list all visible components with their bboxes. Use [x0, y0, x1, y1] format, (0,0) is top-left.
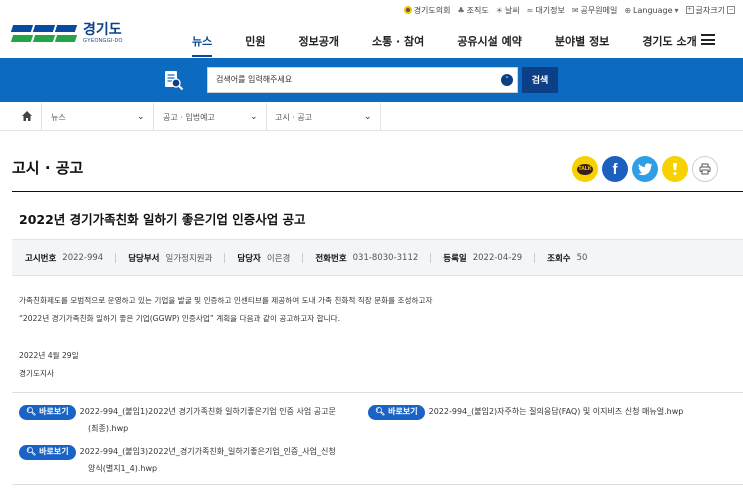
breadcrumb-level3[interactable]: 고시 · 공고	[275, 103, 312, 131]
chevron-down-icon[interactable]: ⌄	[137, 112, 145, 122]
nav-civil-service[interactable]: 민원	[245, 33, 265, 49]
attachment-filename[interactable]: 2022-994_(붙임1)2022년 경기가족친화 일하기좋은기업 인증 사업…	[80, 407, 336, 416]
nav-facility-booking[interactable]: 공유시설 예약	[457, 33, 522, 49]
meta-label-notice-no: 고시번호	[25, 253, 57, 264]
breadcrumb-level1[interactable]: 뉴스	[51, 103, 66, 131]
search-placeholder: 검색어를 입력해주세요	[216, 75, 293, 84]
meta-label-reg-date: 등록일	[443, 253, 467, 264]
meta-label-manager: 담당자	[237, 253, 261, 264]
menu-icon[interactable]	[701, 34, 715, 45]
meta-label-views: 조회수	[547, 253, 571, 264]
print-icon[interactable]	[692, 156, 718, 182]
chevron-down-icon[interactable]: ⌄	[250, 112, 258, 122]
kakaostory-share-icon[interactable]	[662, 156, 688, 182]
body-date: 2022년 4월 29일	[19, 351, 79, 361]
attachment-filename-cont[interactable]: 양식(별지1_4).hwp	[19, 464, 157, 473]
logo-mark	[10, 24, 78, 42]
article-body: 가족친화제도를 모범적으로 운영하고 있는 기업을 발굴 및 인증하고 인센티브…	[19, 292, 432, 382]
attachment-filename[interactable]: 2022-994_(붙임3)2022년_경기가족친화_일하기좋은기업_인증_사업…	[80, 447, 336, 456]
attachment-item: 🔍︎ 바로보기 2022-994_(붙임1)2022년 경기가족친화 일하기좋은기업…	[19, 404, 364, 437]
main-nav: 뉴스 민원 정보공개 소통 · 참여 공유시설 예약 분야별 정보 경기도 소개	[192, 32, 730, 57]
page-title: 고시 · 공고	[12, 159, 84, 177]
article-title: 2022년 경기가족친화 일하기 좋은기업 인증사업 공고	[19, 212, 306, 227]
meta-value-phone: 031-8030-3112	[352, 252, 419, 263]
meta-value-department: 일가정지원과	[165, 253, 213, 264]
nav-about[interactable]: 경기도 소개	[642, 33, 696, 49]
search-icon: 🔍︎	[375, 407, 386, 416]
home-icon[interactable]	[21, 110, 33, 122]
nav-info-disclosure[interactable]: 정보공개	[299, 33, 339, 49]
site-header: 경기도 GYEONGGI-DO 뉴스 민원 정보공개 소통 · 참여 공유시설 …	[0, 0, 743, 58]
logo[interactable]: 경기도 GYEONGGI-DO	[10, 20, 123, 46]
chevron-down-icon[interactable]: ⌄	[364, 112, 372, 122]
meta-value-manager: 이은경	[266, 253, 291, 264]
attachment-item: 🔍︎ 바로보기 2022-994_(붙임3)2022년_경기가족친화_일하기좋은기업…	[19, 444, 364, 477]
body-paragraph-line1: 가족친화제도를 모범적으로 운영하고 있는 기업을 발굴 및 인증하고 인센티브…	[19, 296, 433, 305]
facebook-share-icon[interactable]: f	[602, 156, 628, 182]
nav-field-info[interactable]: 분야별 정보	[555, 33, 609, 49]
search-icon: 🔍︎	[26, 447, 37, 456]
article-meta: 고시번호 2022-994 담당부서 일가정지원과 담당자 이은경 전화번호 0…	[12, 239, 743, 276]
body-paragraph-line2: “2022년 경기가족친화 일하기 좋은 기업(GGWP) 인증사업” 계획을 …	[19, 313, 341, 323]
search-input[interactable]: 검색어를 입력해주세요 ˅	[207, 67, 518, 93]
logo-english: GYEONGGI-DO	[83, 37, 123, 44]
attachment-filename[interactable]: 2022-994_(붙임2)자주하는 질의응답(FAQ) 및 이지비즈 신청 매…	[429, 407, 684, 416]
meta-value-notice-no: 2022-994	[62, 252, 104, 263]
view-attachment-button[interactable]: 🔍︎ 바로보기	[19, 444, 76, 460]
attachments-divider	[12, 392, 743, 393]
attachment-item: 🔍︎ 바로보기 2022-994_(붙임2)자주하는 질의응답(FAQ) 및 이지비…	[368, 404, 740, 421]
search-band: 검색어를 입력해주세요 ˅ 검색	[0, 58, 743, 102]
view-attachment-button[interactable]: 🔍︎ 바로보기	[19, 404, 76, 420]
twitter-share-icon[interactable]	[632, 156, 658, 182]
kakaotalk-share-icon[interactable]: TALK	[572, 156, 598, 182]
search-button[interactable]: 검색	[522, 67, 558, 93]
nav-participation[interactable]: 소통 · 참여	[372, 33, 424, 49]
breadcrumb-level2[interactable]: 공고 · 입법예고	[163, 103, 215, 131]
meta-value-views: 50	[576, 252, 588, 263]
document-search-icon	[165, 71, 184, 91]
body-signer: 경기도지사	[19, 368, 54, 378]
meta-value-reg-date: 2022-04-29	[472, 252, 523, 263]
attachment-filename-cont[interactable]: (최종).hwp	[19, 424, 128, 433]
meta-label-phone: 전화번호	[315, 253, 347, 264]
logo-korean: 경기도	[83, 21, 122, 38]
attachments-bottom-divider	[12, 484, 743, 485]
meta-label-department: 담당부서	[128, 253, 160, 264]
nav-news[interactable]: 뉴스	[192, 33, 213, 57]
share-buttons: TALK f	[572, 156, 718, 182]
search-icon: 🔍︎	[26, 407, 37, 416]
view-attachment-button[interactable]: 🔍︎ 바로보기	[368, 404, 425, 420]
title-divider	[12, 191, 743, 192]
breadcrumb: 뉴스 ⌄ 공고 · 입법예고 ⌄ 고시 · 공고 ⌄	[0, 103, 743, 131]
chevron-down-icon[interactable]: ˅	[501, 74, 513, 86]
